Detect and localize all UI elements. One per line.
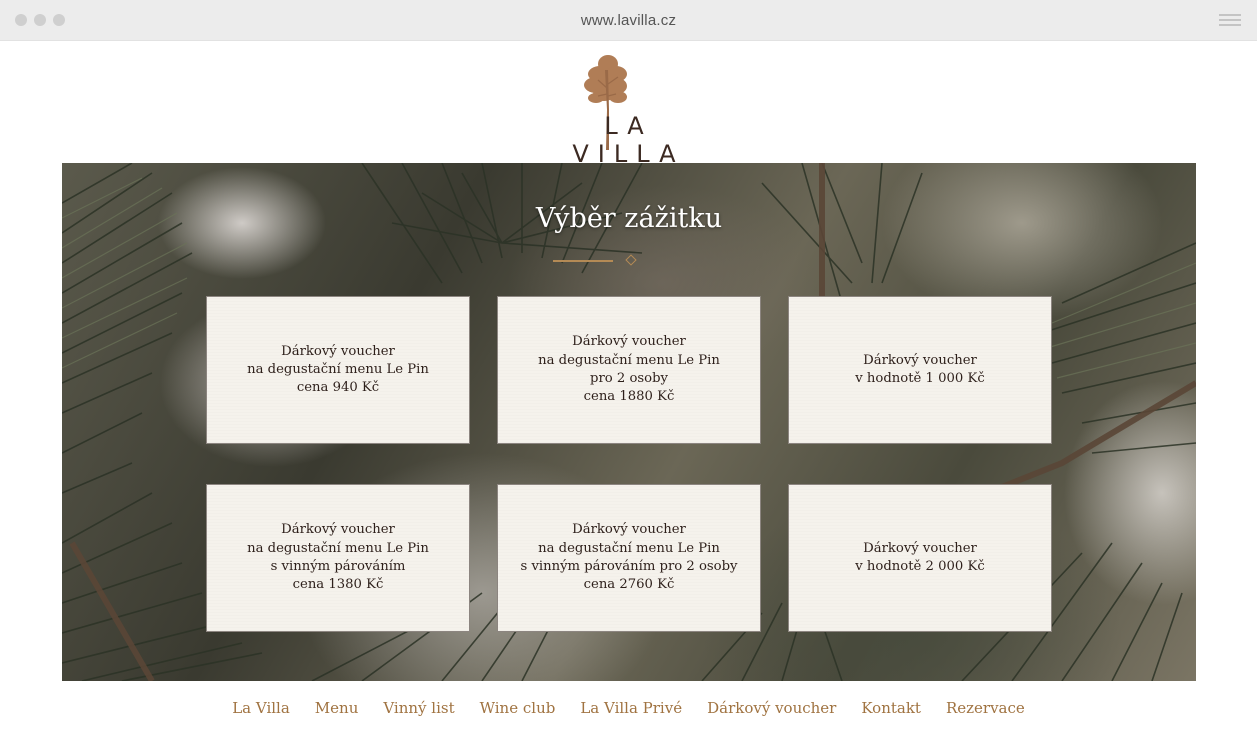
nav-link-rezervace[interactable]: Rezervace — [946, 699, 1025, 717]
nav-link-menu[interactable]: Menu — [315, 699, 359, 717]
nav-link-wine-club[interactable]: Wine club — [480, 699, 556, 717]
voucher-card[interactable]: Dárkový voucher v hodnotě 2 000 Kč — [788, 484, 1052, 632]
logo-text: LA VILLA — [572, 112, 685, 168]
hero-section: Výběr zážitku Dárkový voucher na degusta… — [62, 163, 1196, 681]
voucher-card[interactable]: Dárkový voucher na degustační menu Le Pi… — [497, 484, 761, 632]
nav-link-la-villa-prive[interactable]: La Villa Privé — [580, 699, 682, 717]
voucher-text: Dárkový voucher v hodnotě 2 000 Kč — [855, 540, 985, 574]
page-title: Výběr zážitku — [535, 203, 723, 234]
voucher-card[interactable]: Dárkový voucher v hodnotě 1 000 Kč — [788, 296, 1052, 444]
voucher-text: Dárkový voucher v hodnotě 1 000 Kč — [855, 352, 985, 386]
browser-chrome: www.lavilla.cz — [0, 0, 1257, 41]
site-logo[interactable]: LA VILLA — [556, 50, 701, 168]
nav-link-vinny-list[interactable]: Vinný list — [383, 699, 454, 717]
title-divider — [553, 260, 613, 262]
voucher-text: Dárkový voucher na degustační menu Le Pi… — [247, 343, 429, 396]
address-bar-url[interactable]: www.lavilla.cz — [0, 12, 1257, 29]
voucher-text: Dárkový voucher na degustační menu Le Pi… — [538, 334, 720, 405]
voucher-text: Dárkový voucher na degustační menu Le Pi… — [247, 522, 429, 593]
nav-link-la-villa[interactable]: La Villa — [232, 699, 290, 717]
nav-link-darkovy-voucher[interactable]: Dárkový voucher — [707, 699, 836, 717]
voucher-card[interactable]: Dárkový voucher na degustační menu Le Pi… — [206, 484, 470, 632]
footer-nav: La Villa Menu Vinný list Wine club La Vi… — [0, 699, 1257, 717]
voucher-card[interactable]: Dárkový voucher na degustační menu Le Pi… — [206, 296, 470, 444]
voucher-text: Dárkový voucher na degustační menu Le Pi… — [520, 522, 738, 593]
nav-link-kontakt[interactable]: Kontakt — [861, 699, 921, 717]
voucher-card[interactable]: Dárkový voucher na degustační menu Le Pi… — [497, 296, 761, 444]
hamburger-menu-icon[interactable] — [1219, 14, 1241, 26]
